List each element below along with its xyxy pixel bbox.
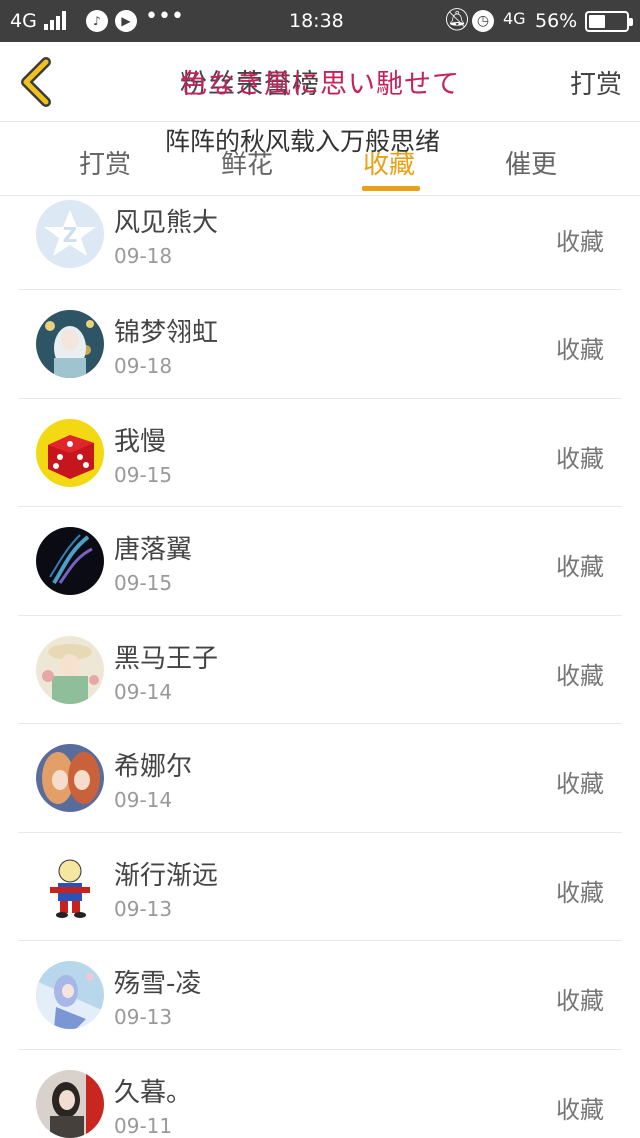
photo-girl-avatar [36, 1069, 104, 1138]
network-type-right: 4G [503, 9, 526, 28]
fan-action: 收藏 [556, 661, 604, 690]
alarm-icon: ◷ [472, 10, 494, 32]
list-item[interactable]: 久暮。 09-11 收藏 [18, 1050, 622, 1138]
tiktok-icon: ♪ [86, 10, 108, 32]
fan-date: 09-18 [114, 244, 173, 268]
fan-action: 收藏 [556, 553, 604, 581]
back-arrow-icon [21, 57, 51, 107]
list-item[interactable]: 锦梦翎虹 09-18 收藏 [18, 290, 622, 399]
fan-name: 殇雪-凌 [114, 969, 202, 999]
list-item[interactable]: 唐落翼 09-15 收藏 [18, 507, 622, 616]
network-type: 4G [10, 10, 37, 32]
fan-name: 渐行渐远 [114, 860, 219, 891]
tab-urge-update[interactable]: 催更 [505, 144, 557, 181]
clock: 18:38 [289, 10, 344, 32]
fantasy-girl-avatar [36, 961, 104, 1029]
dark-feather-avatar [36, 527, 104, 595]
fan-date: 09-11 [114, 1113, 173, 1138]
list-item[interactable]: 我慢 09-15 收藏 [18, 399, 622, 507]
fan-date: 09-13 [114, 1005, 173, 1029]
svg-text:Z: Z [63, 223, 78, 247]
fan-name: 久暮。 [114, 1077, 193, 1108]
list-item[interactable]: 希娜尔 09-14 收藏 [18, 724, 622, 833]
list-item[interactable]: 殇雪-凌 09-13 收藏 [18, 941, 622, 1050]
qq-star-icon: Z [36, 200, 104, 268]
battery-percent: 56% [535, 10, 578, 32]
fan-name: 风见熊大 [114, 208, 219, 238]
list-item[interactable]: 渐行渐远 09-13 收藏 [18, 833, 622, 941]
fan-list: Z 风见熊大 09-18 收藏 锦梦翎虹 09-18 收藏 我慢 09-15 收… [0, 196, 640, 1138]
page-title: 粉丝荣誉榜 色なき風に思い馳せて [180, 62, 459, 101]
twins-avatar [36, 744, 104, 812]
red-dice-icon [36, 418, 104, 487]
cartoon-kid-avatar [36, 852, 104, 921]
anime-boy-avatar [36, 635, 104, 704]
battery-icon [585, 11, 633, 32]
fan-name: 希娜尔 [114, 752, 193, 782]
mute-icon: 🔕︎ [443, 8, 471, 33]
fan-date: 09-18 [114, 354, 173, 378]
fan-name: 锦梦翎虹 [114, 318, 219, 348]
fan-date: 09-14 [114, 788, 173, 812]
lyric-overlay-title: 色なき風に思い馳せて [180, 69, 460, 100]
lyric-overlay-line: 阵阵的秋风载入万般思绪 [165, 127, 441, 156]
fan-action: 收藏 [556, 336, 604, 364]
back-button[interactable] [14, 56, 62, 108]
list-item[interactable]: Z 风见熊大 09-18 收藏 [18, 196, 622, 290]
header: 粉丝荣誉榜 色なき風に思い馳せて 打赏 [0, 42, 640, 122]
active-tab-indicator [362, 186, 420, 191]
play-icon: ▶ [115, 10, 137, 32]
fan-action: 收藏 [556, 1095, 604, 1124]
fan-action: 收藏 [556, 444, 604, 473]
signal-icon [44, 10, 68, 30]
reward-button[interactable]: 打赏 [570, 64, 622, 101]
fan-action: 收藏 [556, 987, 604, 1015]
fan-date: 09-15 [114, 571, 173, 595]
status-bar: 4G ♪ ▶ ••• 18:38 🔕︎ ◷ 4G 56% [0, 0, 640, 42]
more-notifications-icon: ••• [145, 4, 184, 29]
fan-action: 收藏 [556, 228, 604, 256]
fan-name: 我慢 [114, 426, 167, 457]
fan-action: 收藏 [556, 878, 604, 907]
fan-date: 09-13 [114, 896, 173, 921]
tab-reward[interactable]: 打赏 [79, 144, 131, 181]
fan-date: 09-14 [114, 679, 173, 704]
fan-date: 09-15 [114, 462, 173, 487]
fan-name: 唐落翼 [114, 535, 193, 565]
anime-girl-avatar [36, 310, 104, 378]
fan-name: 黑马王子 [114, 643, 219, 674]
list-item[interactable]: 黑马王子 09-14 收藏 [18, 616, 622, 724]
fan-action: 收藏 [556, 770, 604, 798]
